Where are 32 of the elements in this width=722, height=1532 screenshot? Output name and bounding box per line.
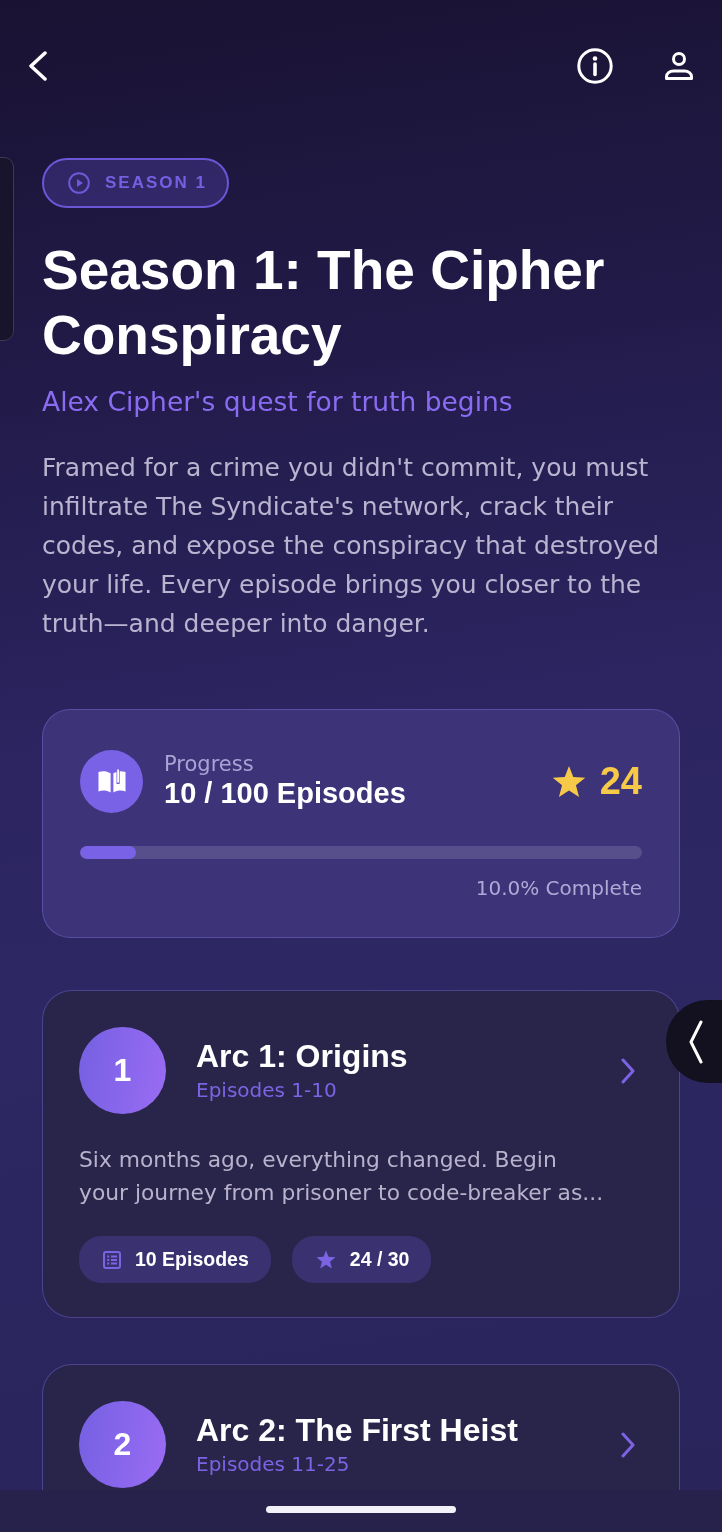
- list-icon: [103, 1250, 121, 1269]
- chevron-left-icon: [688, 1019, 704, 1064]
- star-icon: [315, 1250, 336, 1269]
- arc-card[interactable]: 2 Arc 2: The First Heist Episodes 11-25: [42, 1364, 680, 1490]
- arc-description: Six months ago, everything changed. Begin your journey from prisoner to code-breaker as...: [79, 1146, 605, 1207]
- arc-card[interactable]: 1 Arc 1: Origins Episodes 1-10 Six months ago, everything changed. Begin your journey from prisoner to code-breaker as... 10 Episodes 24 / 30: [42, 990, 680, 1318]
- arc-number: 2: [79, 1401, 166, 1488]
- star-total: 24: [599, 759, 642, 803]
- chip-label: 10 Episodes: [135, 1248, 249, 1271]
- episode-count: 10 / 100 Episodes: [164, 777, 406, 810]
- person-icon: [664, 52, 694, 80]
- season-description: Framed for a crime you didn't commit, you must infiltrate The Syndicate's network, crack their codes, and expose the conspiracy that destroyed your life. Every episode brings you closer to the truth—and deeper into danger.: [42, 452, 661, 640]
- progress-label: Progress: [164, 752, 254, 777]
- chip-label: 24 / 30: [349, 1248, 410, 1271]
- profile-button[interactable]: [664, 52, 694, 80]
- arc-episode-range: Episodes 1-10: [196, 1077, 337, 1103]
- season-label: SEASON 1: [105, 173, 207, 193]
- arc-title: Arc 2: The First Heist: [196, 1412, 518, 1449]
- arc-episode-range: Episodes 11-25: [196, 1451, 350, 1477]
- season-tagline: Alex Cipher's quest for truth begins: [42, 386, 514, 418]
- season-title: Season 1: The Cipher Conspiracy: [42, 238, 606, 368]
- info-icon: [577, 48, 613, 84]
- chevron-right-icon: [621, 1431, 635, 1458]
- chevron-right-icon: [621, 1057, 635, 1084]
- star-icon: [551, 764, 586, 798]
- chevron-left-icon: [28, 51, 48, 81]
- arc-title: Arc 1: Origins: [196, 1038, 408, 1075]
- info-button[interactable]: [577, 48, 613, 84]
- play-circle-icon: [68, 172, 90, 194]
- percent-complete: 10.0% Complete: [474, 875, 642, 901]
- arc-number: 1: [79, 1027, 166, 1114]
- back-button[interactable]: [28, 51, 48, 81]
